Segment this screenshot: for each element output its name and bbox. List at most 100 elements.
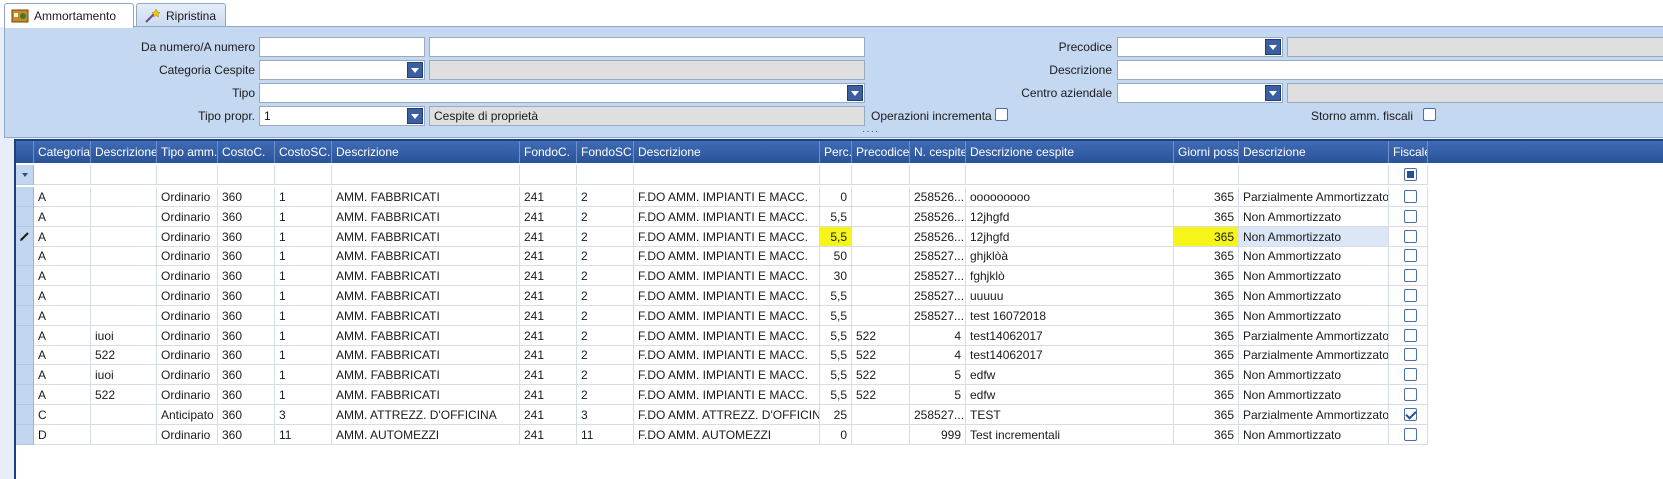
row-indicator[interactable] [16, 305, 34, 326]
filter-cell[interactable] [157, 165, 218, 185]
table-cell[interactable]: A [34, 266, 91, 287]
table-cell[interactable]: 365 [1174, 424, 1239, 445]
table-cell[interactable]: 5,5 [820, 305, 852, 326]
table-row[interactable]: A Ordinario 360 1 AMM. FABBRICATI 241 2 F.DO AM… [16, 286, 1663, 306]
table-cell[interactable]: 12jhgfd [966, 206, 1174, 227]
table-cell[interactable]: 258526... [910, 206, 966, 227]
table-cell[interactable]: Test incrementali [966, 424, 1174, 445]
table-row[interactable]: A Ordinario 360 1 AMM. FABBRICATI 241 2 F.DO AM… [16, 305, 1663, 326]
filter-cell[interactable] [1239, 165, 1389, 185]
table-cell[interactable] [1389, 365, 1428, 386]
column-header[interactable]: Descrizione [1239, 141, 1389, 163]
table-cell[interactable]: 3 [275, 404, 332, 425]
column-header[interactable]: Categoria [34, 141, 91, 163]
filter-row[interactable] [16, 165, 1663, 185]
table-cell[interactable]: F.DO AMM. IMPIANTI E MACC. [634, 266, 820, 287]
column-header[interactable]: Descrizione [332, 141, 520, 163]
table-cell[interactable]: 365 [1174, 246, 1239, 267]
filter-checkbox[interactable] [1404, 168, 1417, 181]
table-cell[interactable]: 2 [577, 206, 634, 227]
table-cell[interactable]: 365 [1174, 187, 1239, 207]
table-cell[interactable]: 11 [275, 424, 332, 445]
row-indicator[interactable] [16, 325, 34, 346]
table-cell[interactable]: Non Ammortizzato [1239, 385, 1389, 405]
table-row[interactable]: A Ordinario 360 1 AMM. FABBRICATI 241 2 F.DO AM… [16, 206, 1663, 227]
table-cell[interactable]: 241 [520, 286, 577, 306]
table-cell[interactable]: 0 [820, 187, 852, 207]
table-cell[interactable]: iuoi [91, 325, 157, 346]
table-cell[interactable]: F.DO AMM. IMPIANTI E MACC. [634, 345, 820, 366]
table-cell[interactable]: 365 [1174, 325, 1239, 346]
column-header[interactable]: Descrizione [634, 141, 820, 163]
table-cell[interactable]: 50 [820, 246, 852, 267]
table-row[interactable]: C Anticipato 360 3 AMM. ATTREZZ. D'OFFICINA 2… [16, 404, 1663, 425]
table-cell[interactable] [91, 206, 157, 227]
column-header[interactable]: FondoSC. [577, 141, 634, 163]
table-cell[interactable]: 5,5 [820, 286, 852, 306]
table-cell[interactable] [1389, 206, 1428, 227]
fiscale-checkbox[interactable] [1404, 190, 1417, 203]
table-row[interactable]: A 522 Ordinario 360 1 AMM. FABBRICATI 241 2 F.DO… [16, 345, 1663, 366]
table-cell[interactable]: 522 [852, 365, 910, 386]
table-cell[interactable]: 522 [91, 385, 157, 405]
tipo-combo[interactable] [259, 83, 865, 103]
table-cell[interactable]: 258527... [910, 246, 966, 267]
table-cell[interactable]: AMM. FABBRICATI [332, 187, 520, 207]
table-cell[interactable]: F.DO AMM. IMPIANTI E MACC. [634, 365, 820, 386]
table-cell[interactable]: 360 [218, 365, 275, 386]
fiscale-checkbox[interactable] [1404, 269, 1417, 283]
table-cell[interactable]: 2 [577, 286, 634, 306]
table-cell[interactable] [852, 187, 910, 207]
filter-cell[interactable] [332, 165, 520, 185]
operazioni-checkbox[interactable] [995, 108, 1008, 121]
table-cell[interactable] [91, 246, 157, 267]
table-cell[interactable]: F.DO AMM. IMPIANTI E MACC. [634, 226, 820, 247]
table-cell[interactable]: 4 [910, 325, 966, 346]
row-indicator[interactable] [16, 206, 34, 227]
table-cell[interactable] [852, 206, 910, 227]
tab-ammortamento[interactable]: Ammortamento [4, 3, 134, 28]
table-cell[interactable]: A [34, 187, 91, 207]
table-cell[interactable]: Parzialmente Ammortizzato [1239, 187, 1389, 207]
table-cell[interactable]: F.DO AMM. IMPIANTI E MACC. [634, 286, 820, 306]
table-cell[interactable] [91, 266, 157, 287]
table-cell[interactable] [1389, 187, 1428, 207]
table-cell[interactable]: 12jhgfd [966, 226, 1174, 247]
chevron-down-icon[interactable] [1265, 39, 1281, 55]
table-cell[interactable]: A [34, 226, 91, 247]
table-cell[interactable]: TEST [966, 404, 1174, 425]
storno-checkbox[interactable] [1423, 108, 1436, 121]
table-cell[interactable] [1389, 424, 1428, 445]
descrizione-input[interactable] [1117, 60, 1663, 80]
table-cell[interactable]: Non Ammortizzato [1239, 424, 1389, 445]
table-cell[interactable]: A [34, 345, 91, 366]
table-cell[interactable]: AMM. ATTREZZ. D'OFFICINA [332, 404, 520, 425]
row-indicator[interactable] [16, 385, 34, 405]
table-cell[interactable]: 241 [520, 187, 577, 207]
filter-cell[interactable] [1174, 165, 1239, 185]
tab-ripristina[interactable]: Ripristina [136, 3, 226, 27]
table-cell[interactable]: A [34, 385, 91, 405]
table-cell[interactable] [91, 286, 157, 306]
table-cell[interactable]: 522 [852, 325, 910, 346]
table-cell[interactable]: 365 [1174, 404, 1239, 425]
column-header[interactable]: Tipo amm. [157, 141, 218, 163]
table-cell[interactable]: A [34, 305, 91, 326]
table-cell[interactable]: 360 [218, 246, 275, 267]
table-cell[interactable]: Ordinario [157, 385, 218, 405]
filter-cell[interactable] [577, 165, 634, 185]
table-cell[interactable]: 2 [577, 385, 634, 405]
filter-cell[interactable] [820, 165, 852, 185]
table-cell[interactable]: Non Ammortizzato [1239, 286, 1389, 306]
table-cell[interactable]: 5,5 [820, 385, 852, 405]
table-cell[interactable]: 5,5 [820, 206, 852, 227]
splitter-handle[interactable]: ···· [862, 126, 879, 137]
table-cell[interactable]: A [34, 365, 91, 386]
table-cell[interactable] [1389, 345, 1428, 366]
table-cell[interactable]: 2 [577, 305, 634, 326]
table-cell[interactable]: F.DO AMM. AUTOMEZZI [634, 424, 820, 445]
filter-cell[interactable] [520, 165, 577, 185]
table-cell[interactable]: Ordinario [157, 325, 218, 346]
da-numero-input[interactable] [259, 37, 425, 57]
table-cell[interactable] [1389, 404, 1428, 425]
